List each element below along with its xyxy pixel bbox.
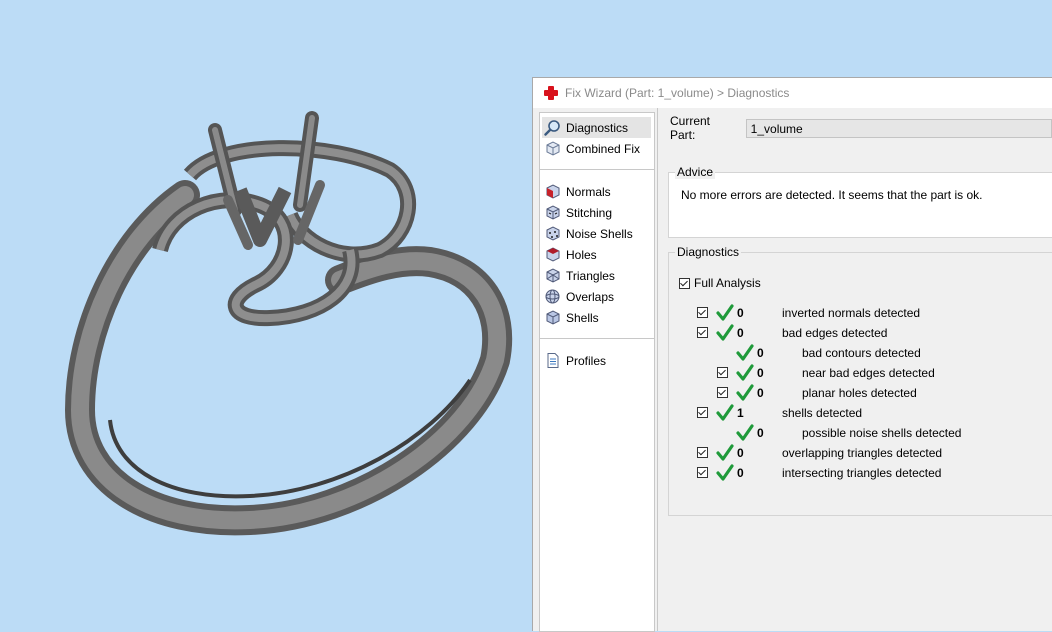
window-title: Fix Wizard (Part: 1_volume) > Diagnostic… [565, 86, 790, 100]
sidebar-item-combined-fix[interactable]: Combined Fix [540, 138, 654, 159]
sidebar-item-holes[interactable]: Holes [540, 244, 654, 265]
fix-wizard-dialog: Fix Wizard (Part: 1_volume) > Diagnostic… [532, 77, 1052, 632]
diagnostic-row: 0 planar holes detected [669, 384, 1052, 402]
green-check-icon [716, 464, 734, 481]
diagnostic-count: 0 [737, 466, 744, 480]
diagnostic-row: 1 shells detected [669, 404, 1052, 422]
diagnostic-count: 0 [757, 346, 764, 360]
full-analysis-label: Full Analysis [694, 276, 761, 290]
diagnostic-text: possible noise shells detected [802, 426, 962, 440]
ring-model [64, 111, 513, 536]
green-check-icon [716, 304, 734, 321]
sidebar-divider [540, 169, 654, 170]
diagnostic-text: overlapping triangles detected [782, 446, 943, 460]
sidebar-item-label: Triangles [566, 268, 615, 283]
diagnostic-row: 0 bad contours detected [669, 344, 1052, 362]
diagnostics-title: Diagnostics [675, 245, 742, 259]
green-check-icon [736, 384, 754, 401]
diagnostic-text: bad contours detected [802, 346, 921, 360]
diagnostics-group: Diagnostics Full Analysis 0 inverted norm… [668, 245, 1052, 516]
diagnostic-checkbox[interactable] [697, 307, 708, 318]
green-check-icon [736, 364, 754, 381]
sidebar-item-label: Noise Shells [566, 226, 633, 241]
diagnostic-count: 1 [737, 406, 744, 420]
sidebar-item-label: Diagnostics [566, 120, 629, 135]
diagnostic-count: 0 [737, 306, 744, 320]
diagnostic-checkbox[interactable] [717, 387, 728, 398]
sidebar-item-label: Overlaps [566, 289, 615, 304]
sidebar-item-noise-shells[interactable]: Noise Shells [540, 223, 654, 244]
current-part-field[interactable]: 1_volume [745, 118, 1052, 138]
current-part-row: Current Part: 1_volume [670, 114, 1052, 142]
green-check-icon [716, 404, 734, 421]
diagnostic-checkbox[interactable] [717, 367, 728, 378]
sidebar-item-label: Combined Fix [566, 141, 641, 156]
sidebar: Diagnostics Combined Fix Normals Stitchi… [539, 112, 655, 632]
sidebar-item-label: Stitching [566, 205, 613, 220]
diagnostic-text: planar holes detected [802, 386, 917, 400]
diagnostic-count: 0 [737, 446, 744, 460]
diagnostic-count: 0 [757, 386, 764, 400]
sidebar-item-label: Holes [566, 247, 597, 262]
advice-text: No more errors are detected. It seems th… [681, 188, 983, 202]
diagnostic-checkbox[interactable] [697, 407, 708, 418]
normals-cube-icon [546, 184, 560, 199]
overlaps-sphere-icon [545, 289, 560, 304]
sidebar-item-diagnostics[interactable]: Diagnostics [542, 117, 651, 138]
sidebar-divider [540, 338, 654, 339]
diagnostic-count: 0 [757, 426, 764, 440]
main-panel: Current Part: 1_volume Advice No more er… [657, 108, 1052, 631]
diagnostic-checkbox[interactable] [697, 467, 708, 478]
green-check-icon [716, 324, 734, 341]
sidebar-item-label: Profiles [566, 353, 607, 368]
current-part-label: Current Part: [670, 114, 711, 142]
sidebar-item-shells[interactable]: Shells [540, 307, 654, 328]
diagnostic-row: 0 near bad edges detected [669, 364, 1052, 382]
diagnostic-text: bad edges detected [782, 326, 888, 340]
sidebar-item-overlaps[interactable]: Overlaps [540, 286, 654, 307]
diagnostic-row: 0 intersecting triangles detected [669, 464, 1052, 482]
diagnostic-row: 0 overlapping triangles detected [669, 444, 1052, 462]
diagnostic-text: shells detected [782, 406, 863, 420]
diagnostic-text: inverted normals detected [782, 306, 921, 320]
sidebar-item-profiles[interactable]: Profiles [540, 350, 654, 371]
diagnostic-row: 0 possible noise shells detected [669, 424, 1052, 442]
full-analysis-checkbox[interactable] [679, 277, 690, 289]
noise-shells-cube-icon [546, 226, 560, 241]
sidebar-item-triangles[interactable]: Triangles [540, 265, 654, 286]
diagnostic-row: 0 inverted normals detected [669, 304, 1052, 322]
sidebar-item-label: Normals [566, 184, 611, 199]
green-check-icon [736, 344, 754, 361]
sidebar-item-stitching[interactable]: Stitching [540, 202, 654, 223]
shells-cube-icon [546, 310, 560, 325]
diagnostic-checkbox[interactable] [697, 447, 708, 458]
advice-group: Advice No more errors are detected. It s… [668, 165, 1052, 238]
full-analysis-row[interactable]: Full Analysis [679, 276, 761, 290]
green-check-icon [716, 444, 734, 461]
red-cross-icon [543, 85, 559, 101]
advice-title: Advice [675, 165, 716, 179]
sidebar-item-normals[interactable]: Normals [540, 181, 654, 202]
diagnostic-text: near bad edges detected [802, 366, 935, 380]
title-bar[interactable]: Fix Wizard (Part: 1_volume) > Diagnostic… [533, 78, 1052, 108]
magnifier-icon [544, 120, 560, 136]
diagnostic-row: 0 bad edges detected [669, 324, 1052, 342]
triangles-cube-icon [546, 268, 560, 283]
green-check-icon [736, 424, 754, 441]
cube-icon [546, 141, 560, 156]
stitching-cube-icon [546, 205, 560, 220]
diagnostic-text: intersecting triangles detected [782, 466, 942, 480]
diagnostic-checkbox[interactable] [697, 327, 708, 338]
holes-cube-icon [546, 247, 560, 262]
sidebar-item-label: Shells [566, 310, 599, 325]
diagnostic-count: 0 [737, 326, 744, 340]
document-icon [547, 353, 559, 368]
diagnostic-count: 0 [757, 366, 764, 380]
